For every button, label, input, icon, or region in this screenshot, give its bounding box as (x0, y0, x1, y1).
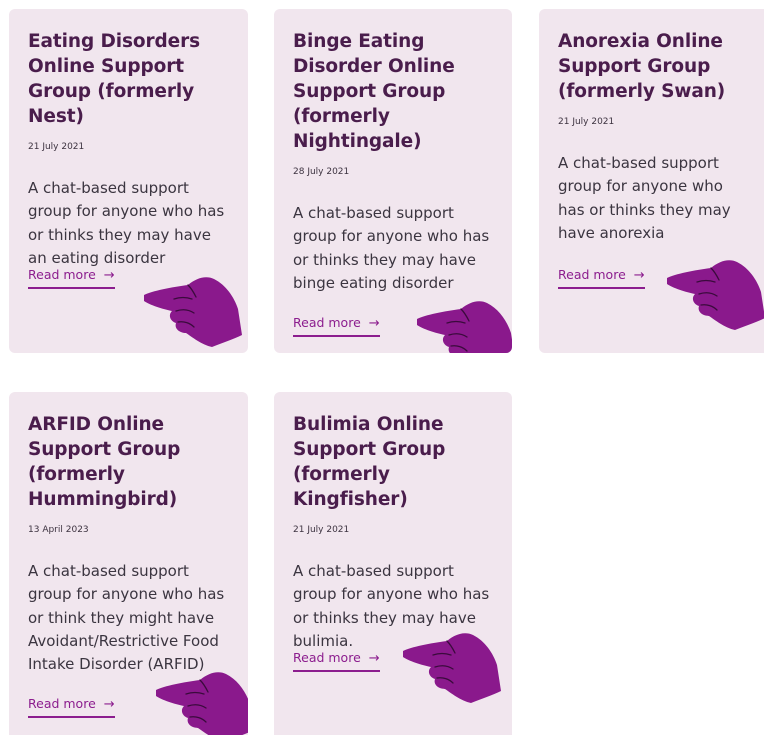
pointing-hand-icon (415, 299, 512, 353)
read-more-label: Read more (293, 315, 361, 330)
arrow-right-icon: → (103, 697, 115, 712)
arrow-right-icon: → (368, 316, 380, 331)
card-title[interactable]: Eating Disorders Online Support Group (f… (28, 29, 230, 129)
card-description: A chat-based support group for anyone wh… (28, 179, 225, 267)
card-description: A chat-based support group for anyone wh… (293, 204, 490, 292)
read-more-link[interactable]: Read more → (558, 267, 645, 289)
arrow-right-icon: → (103, 268, 115, 283)
card-date: 21 July 2021 (558, 117, 615, 127)
card-title[interactable]: Bulimia Online Support Group (formerly K… (293, 412, 494, 512)
read-more-link[interactable]: Read more → (293, 315, 380, 337)
read-more-link[interactable]: Read more → (28, 696, 115, 718)
pointing-hand-icon (401, 631, 501, 703)
support-group-card-anorexia: Anorexia Online Support Group (formerly … (539, 9, 764, 353)
read-more-label: Read more (558, 267, 626, 282)
card-description: A chat-based support group for anyone wh… (28, 562, 225, 674)
read-more-label: Read more (28, 696, 96, 711)
read-more-label: Read more (293, 650, 361, 665)
pointing-hand-icon (665, 258, 764, 330)
card-date: 21 July 2021 (293, 525, 350, 535)
card-title[interactable]: Binge Eating Disorder Online Support Gro… (293, 29, 494, 154)
support-group-card-arfid: ARFID Online Support Group (formerly Hum… (9, 392, 248, 735)
pointing-hand-icon (142, 275, 242, 347)
card-title[interactable]: Anorexia Online Support Group (formerly … (558, 29, 746, 104)
support-group-card-bulimia: Bulimia Online Support Group (formerly K… (274, 392, 512, 735)
card-description: A chat-based support group for anyone wh… (558, 154, 731, 242)
card-title[interactable]: ARFID Online Support Group (formerly Hum… (28, 412, 230, 512)
support-group-card-eating-disorders: Eating Disorders Online Support Group (f… (9, 9, 248, 353)
arrow-right-icon: → (368, 651, 380, 666)
card-date: 13 April 2023 (28, 525, 89, 535)
card-date: 28 July 2021 (293, 167, 350, 177)
pointing-hand-icon (154, 670, 248, 735)
card-date: 21 July 2021 (28, 142, 85, 152)
read-more-link[interactable]: Read more → (293, 650, 380, 672)
arrow-right-icon: → (633, 268, 645, 283)
read-more-link[interactable]: Read more → (28, 267, 115, 289)
read-more-label: Read more (28, 267, 96, 282)
support-group-card-binge-eating: Binge Eating Disorder Online Support Gro… (274, 9, 512, 353)
